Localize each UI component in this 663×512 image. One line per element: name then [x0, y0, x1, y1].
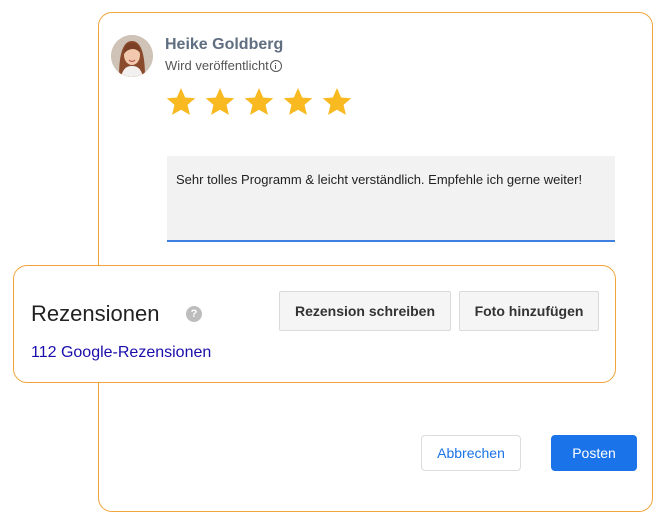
star-icon[interactable] [243, 86, 275, 118]
star-icon[interactable] [321, 86, 353, 118]
help-icon[interactable]: ? [186, 306, 202, 322]
star-rating[interactable] [165, 86, 353, 118]
star-icon[interactable] [282, 86, 314, 118]
reviews-count-link[interactable]: 112 Google-Rezensionen [31, 344, 211, 362]
publish-status: Wird veröffentlicht [165, 58, 282, 73]
cancel-button[interactable]: Abbrechen [421, 435, 521, 471]
reviews-title: Rezensionen [31, 301, 160, 326]
reviewer-avatar [111, 35, 153, 77]
star-icon[interactable] [165, 86, 197, 118]
write-review-button[interactable]: Rezension schreiben [279, 291, 451, 331]
star-icon[interactable] [204, 86, 236, 118]
info-icon[interactable] [269, 59, 282, 72]
publish-status-label: Wird veröffentlicht [165, 58, 269, 73]
review-text-field[interactable]: Sehr tolles Programm & leicht verständli… [167, 156, 615, 242]
post-button[interactable]: Posten [551, 435, 637, 471]
add-photo-button[interactable]: Foto hinzufügen [459, 291, 599, 331]
reviewer-name: Heike Goldberg [165, 36, 284, 53]
review-text[interactable]: Sehr tolles Programm & leicht verständli… [176, 172, 582, 187]
avatar-portrait [111, 35, 153, 77]
